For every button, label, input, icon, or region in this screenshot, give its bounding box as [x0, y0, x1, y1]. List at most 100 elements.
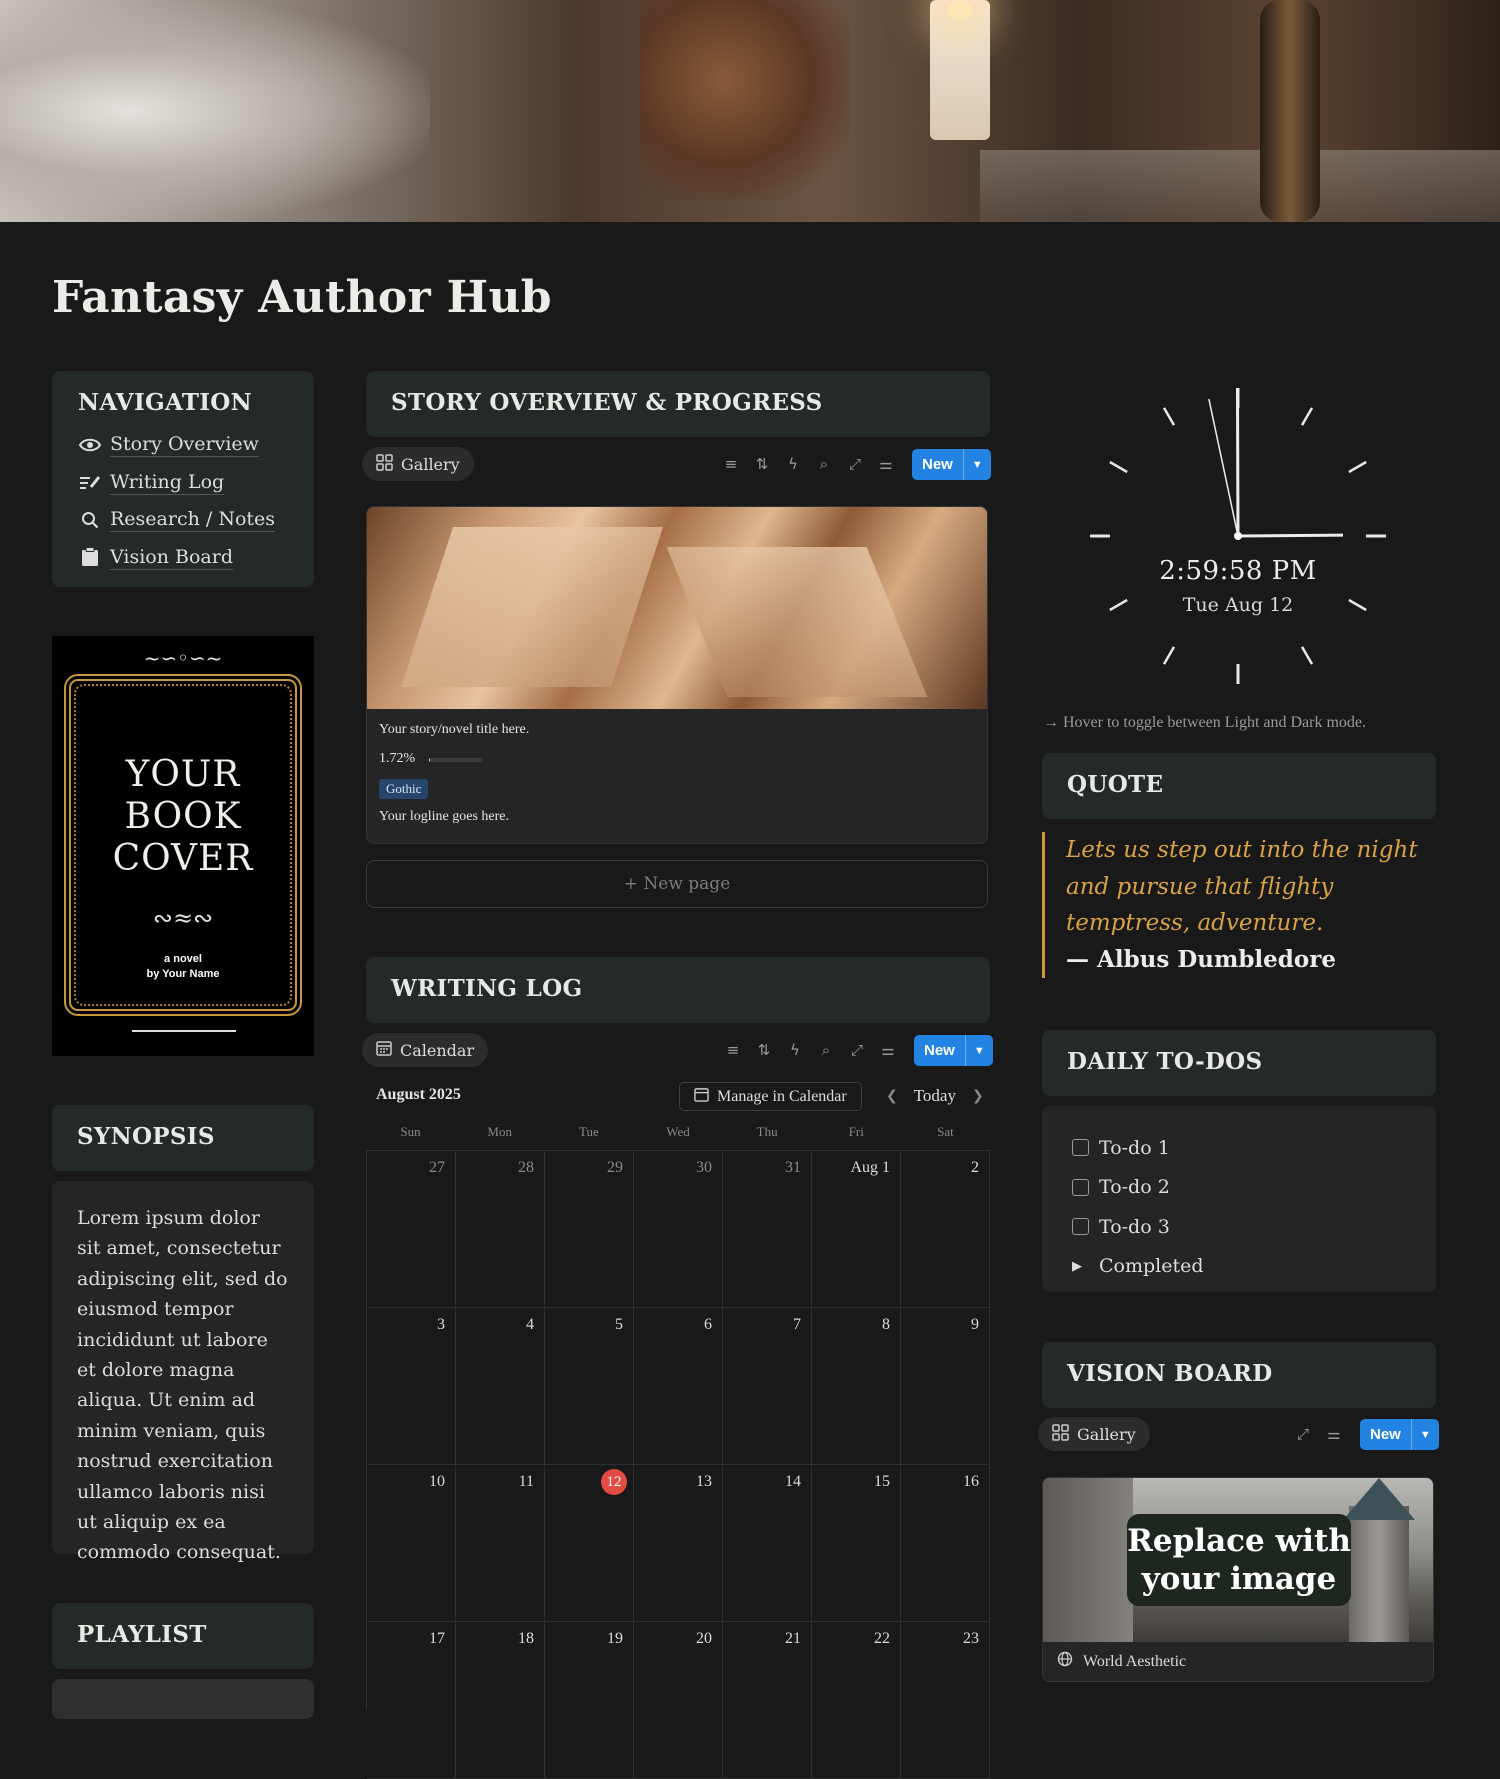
calendar-day-cell[interactable]: 28: [456, 1151, 545, 1308]
new-page-button[interactable]: + New page: [366, 860, 988, 908]
replace-image-label: Replace with your image: [1127, 1514, 1351, 1606]
day-number: 15: [874, 1473, 890, 1490]
triangle-right-icon[interactable]: ▶: [1072, 1259, 1089, 1274]
expand-icon[interactable]: ⤢: [1294, 1425, 1312, 1443]
calendar-day-cell[interactable]: 9: [901, 1308, 990, 1465]
quote-author: — Albus Dumbledore: [1066, 945, 1336, 973]
gallery-icon: [1052, 1423, 1069, 1445]
calendar-day-cell[interactable]: 22: [812, 1622, 901, 1779]
checkbox[interactable]: [1072, 1139, 1089, 1157]
new-button[interactable]: New ▼: [914, 1035, 993, 1066]
gallery-view-tab[interactable]: Gallery: [362, 447, 474, 481]
calendar-weekday-header: Sun Mon Tue Wed Thu Fri Sat: [366, 1124, 990, 1148]
calendar-day-cell[interactable]: 17: [367, 1622, 456, 1779]
weekday-label: Tue: [578, 1124, 599, 1139]
story-gallery-card[interactable]: Your story/novel title here. 1.72% Gothi…: [366, 506, 988, 844]
view-label: Calendar: [400, 1040, 475, 1060]
automation-icon[interactable]: ϟ: [786, 1041, 804, 1059]
story-overview-header: STORY OVERVIEW & PROGRESS: [366, 371, 990, 437]
checkbox[interactable]: [1072, 1218, 1089, 1236]
todo-label[interactable]: To-do 2: [1099, 1176, 1170, 1198]
todo-label[interactable]: To-do 3: [1099, 1216, 1170, 1238]
day-number: 29: [607, 1159, 623, 1176]
completed-toggle[interactable]: ▶ Completed: [1072, 1247, 1406, 1287]
calendar-day-cell[interactable]: 21: [723, 1622, 812, 1779]
today-button[interactable]: Today: [914, 1086, 956, 1106]
calendar-day-cell[interactable]: 12: [545, 1465, 634, 1622]
calendar-day-cell[interactable]: 18: [456, 1622, 545, 1779]
day-number: 9: [971, 1316, 979, 1333]
calendar-day-cell[interactable]: 19: [545, 1622, 634, 1779]
calendar-day-cell[interactable]: 15: [812, 1465, 901, 1622]
sort-icon[interactable]: ⇅: [755, 1041, 773, 1059]
chevron-down-icon[interactable]: ▼: [1410, 1419, 1439, 1450]
new-button[interactable]: New ▼: [912, 449, 991, 480]
calendar-day-cell[interactable]: 23: [901, 1622, 990, 1779]
filter-icon[interactable]: ≡: [724, 1041, 742, 1059]
day-number: 18: [518, 1630, 534, 1647]
calendar-view-tab[interactable]: Calendar: [362, 1033, 489, 1067]
chevron-down-icon[interactable]: ▼: [962, 449, 991, 480]
calendar-day-cell[interactable]: 14: [723, 1465, 812, 1622]
quote-text: Lets us step out into the night and purs…: [1066, 837, 1418, 936]
calendar-day-cell[interactable]: 29: [545, 1151, 634, 1308]
chevron-right-icon[interactable]: ❯: [972, 1088, 984, 1104]
calendar-day-cell[interactable]: 30: [634, 1151, 723, 1308]
nav-link-research-notes[interactable]: Research / Notes: [78, 501, 288, 539]
calendar-day-cell[interactable]: 13: [634, 1465, 723, 1622]
settings-icon[interactable]: ⚌: [1325, 1425, 1343, 1443]
clock-tick: [1300, 407, 1314, 426]
sort-icon[interactable]: ⇅: [753, 455, 771, 473]
chevron-left-icon[interactable]: ❮: [886, 1088, 898, 1104]
calendar-day-cell[interactable]: 8: [812, 1308, 901, 1465]
day-number: 2: [971, 1159, 979, 1176]
expand-icon[interactable]: ⤢: [848, 1041, 866, 1059]
settings-icon[interactable]: ⚌: [879, 1041, 897, 1059]
clock-center: [1234, 532, 1242, 540]
vision-board-card[interactable]: Replace with your image World Aesthetic: [1042, 1477, 1434, 1682]
story-overview-heading: STORY OVERVIEW & PROGRESS: [391, 389, 823, 416]
calendar-day-cell[interactable]: 6: [634, 1308, 723, 1465]
calendar-day-cell[interactable]: 4: [456, 1308, 545, 1465]
calendar-day-cell[interactable]: 10: [367, 1465, 456, 1622]
clock-date: Tue Aug 12: [1182, 594, 1294, 616]
day-number: 28: [518, 1159, 534, 1176]
calendar-day-cell[interactable]: 20: [634, 1622, 723, 1779]
gallery-icon: [376, 453, 393, 475]
day-number: Aug 1: [850, 1159, 890, 1176]
day-number: 11: [518, 1473, 534, 1490]
story-overview-toolbar: Gallery ≡ ⇅ ϟ ⌕ ⤢ ⚌ New ▼: [362, 447, 991, 483]
calendar-month-label: August 2025: [376, 1086, 461, 1103]
calendar-day-cell[interactable]: 16: [901, 1465, 990, 1622]
calendar-day-cell[interactable]: 27: [367, 1151, 456, 1308]
calendar-day-cell[interactable]: 2: [901, 1151, 990, 1308]
chevron-down-icon[interactable]: ▼: [964, 1035, 993, 1066]
expand-icon[interactable]: ⤢: [846, 455, 864, 473]
second-hand: [1208, 398, 1239, 537]
settings-icon[interactable]: ⚌: [877, 455, 895, 473]
new-button[interactable]: New ▼: [1360, 1419, 1439, 1450]
search-icon: [78, 511, 102, 529]
calendar-day-cell[interactable]: 11: [456, 1465, 545, 1622]
clock-tick: [1162, 407, 1176, 426]
nav-link-vision-board[interactable]: Vision Board: [78, 539, 288, 577]
search-icon[interactable]: ⌕: [815, 455, 833, 473]
calendar-day-cell[interactable]: Aug 1: [812, 1151, 901, 1308]
todo-label[interactable]: To-do 1: [1099, 1137, 1170, 1159]
calendar-day-cell[interactable]: 5: [545, 1308, 634, 1465]
nav-link-writing-log[interactable]: Writing Log: [78, 464, 288, 502]
gallery-view-tab[interactable]: Gallery: [1038, 1417, 1150, 1451]
checkbox[interactable]: [1072, 1178, 1089, 1196]
calendar-day-cell[interactable]: 7: [723, 1308, 812, 1465]
calendar-day-cell[interactable]: 3: [367, 1308, 456, 1465]
calendar-day-cell[interactable]: 31: [723, 1151, 812, 1308]
search-icon[interactable]: ⌕: [817, 1041, 835, 1059]
automation-icon[interactable]: ϟ: [784, 455, 802, 473]
book-byline: a novel by Your Name: [146, 953, 220, 980]
manage-in-calendar-button[interactable]: Manage in Calendar: [679, 1082, 862, 1111]
page-title: Fantasy Author Hub: [52, 272, 552, 323]
filter-icon[interactable]: ≡: [722, 455, 740, 473]
playlist-embed[interactable]: [52, 1679, 314, 1719]
nav-link-story-overview[interactable]: Story Overview: [78, 426, 288, 464]
weekday-label: Sat: [937, 1124, 954, 1139]
